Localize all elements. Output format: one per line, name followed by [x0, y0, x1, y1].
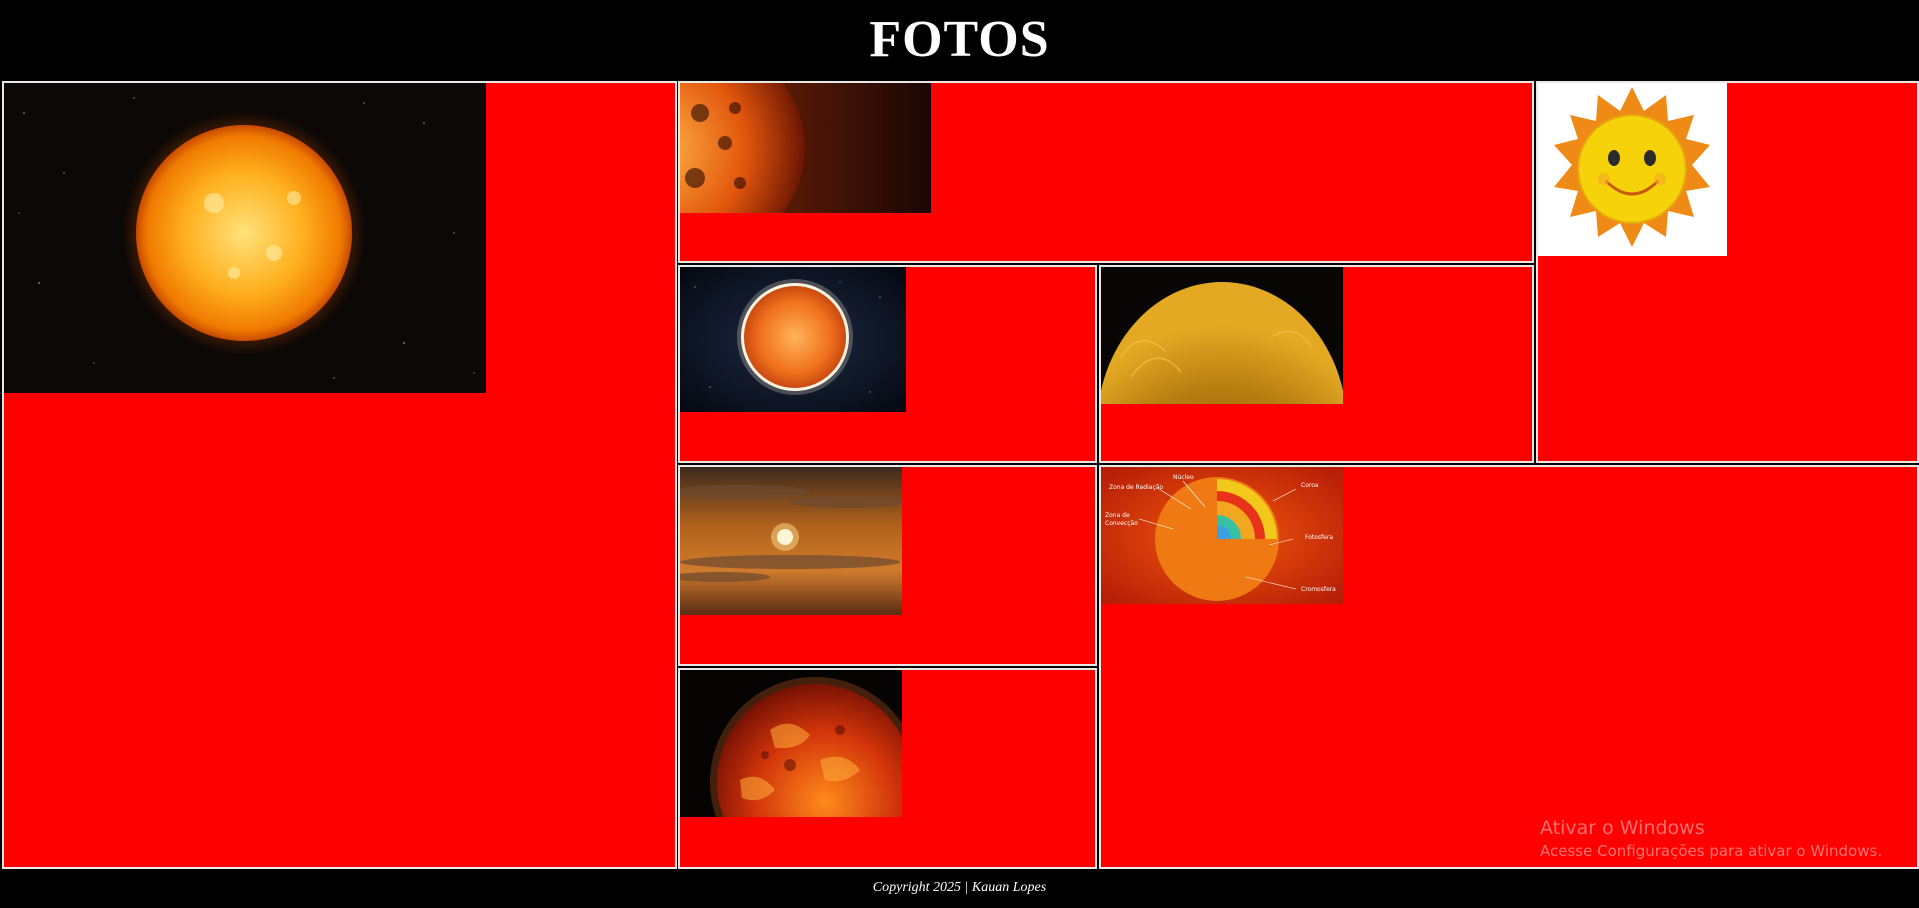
- gallery-cell-1: [2, 81, 677, 869]
- page-header: FOTOS: [0, 0, 1919, 80]
- gallery-cell-2: [678, 81, 1534, 263]
- sunset-sky-photo[interactable]: [680, 467, 902, 615]
- watermark-title: Ativar o Windows: [1540, 817, 1705, 839]
- gallery-cell-5: [1099, 265, 1534, 463]
- page-title: FOTOS: [869, 11, 1050, 68]
- gallery-cell-6: [678, 465, 1097, 666]
- cartoon-smiling-sun-image[interactable]: [1538, 83, 1727, 256]
- sun-surface-closeup-photo[interactable]: [680, 83, 931, 213]
- molten-sun-surface-photo[interactable]: [680, 670, 902, 817]
- windows-activation-watermark: Ativar o Windows Acesse Configurações pa…: [1540, 817, 1882, 860]
- diagram-label-cromosfera: Cromosfera: [1301, 586, 1336, 593]
- golden-sun-corona-photo[interactable]: [1101, 267, 1343, 404]
- copyright-text: Copyright 2025 | Kauan Lopes: [872, 880, 1047, 895]
- sun-in-starfield-photo[interactable]: [4, 83, 486, 393]
- watermark-subtitle: Acesse Configurações para ativar o Windo…: [1540, 842, 1883, 860]
- gallery-cell-3: [1536, 81, 1919, 463]
- diagram-label-zona-radiacao: Zona de Radiação: [1109, 484, 1163, 491]
- diagram-label-zona-de: Zona de: [1105, 512, 1130, 519]
- diagram-label-nucleo: Núcleo: [1173, 474, 1194, 481]
- sun-structure-diagram-image[interactable]: Núcleo Zona de Radiação Zona de Convecçã…: [1101, 467, 1343, 604]
- diagram-label-fotosfera: Fotosfera: [1305, 534, 1333, 541]
- diagram-label-coroa: Coroa: [1301, 482, 1319, 489]
- gallery-cell-4: [678, 265, 1097, 463]
- sun-in-space-photo[interactable]: [680, 267, 906, 412]
- gallery-cell-7: Núcleo Zona de Radiação Zona de Convecçã…: [1099, 465, 1919, 869]
- page-footer: Copyright 2025 | Kauan Lopes: [0, 880, 1919, 896]
- gallery-cell-8: [678, 668, 1097, 869]
- diagram-label-conveccao: Convecção: [1105, 520, 1138, 527]
